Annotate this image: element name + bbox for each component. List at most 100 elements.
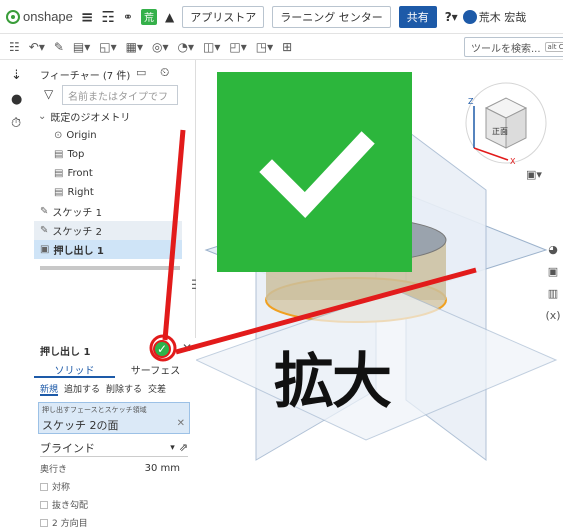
pattern-icon[interactable]: ◳▾ [256,40,273,54]
chevron-down-icon: ⌄ [38,111,47,122]
avatar [462,9,477,24]
comments-icon[interactable]: ● [11,92,22,107]
fillet-icon[interactable]: ◔▾ [178,40,195,54]
appearance-icon[interactable]: ◕ [545,240,561,258]
faces-selection-field[interactable]: 押し出すフェースとスケッチ領域 スケッチ 2の面 ✕ [38,402,190,434]
feature-toolbar: ☷ ↶▾ ✎ ▤▾ ◱▾ ▦▾ ◎▾ ◔▾ ◫▾ ◰▾ ◳▾ ⊞ ツールを検索.… [0,34,563,60]
measure-icon[interactable]: ▥ [545,284,561,302]
sketch-icon: ✎ [40,206,49,217]
right-tool-strip: ◕ ▣ ▥ (x) [545,240,563,328]
draft-label: 抜き勾配 [52,501,89,511]
boolean-icon[interactable]: ◎▾ [152,40,169,54]
onshape-logo[interactable]: onshape [6,9,73,24]
rollback-bar[interactable] [40,266,180,270]
filter-icon[interactable]: ▽ [44,87,53,101]
tool-search-input[interactable]: ツールを検索... alt C [464,37,563,57]
end-type-value: ブラインド [40,441,95,455]
feature-list-icon[interactable]: ☷ [9,40,20,54]
operation-tabs: 新規 追加する 削除する 交差 [34,382,196,396]
tab-add[interactable]: 追加する [64,382,100,396]
tab-remove[interactable]: 削除する [106,382,142,396]
view-cube-label: 正面 [492,127,508,136]
end-type-select[interactable]: ブラインド ▾ ⇗ [40,439,188,457]
draft-checkbox[interactable]: 抜き勾配 [40,498,188,511]
clear-icon[interactable]: ✕ [177,418,185,429]
zoomed-check-icon [259,131,375,218]
user-name: 荒木 宏哉 [478,10,527,24]
document-badge[interactable]: 荒 [140,8,157,25]
depth-value: 30 mm [144,463,180,474]
checkbox[interactable] [40,482,48,491]
list-item[interactable]: ⊙ Origin [34,126,182,145]
faces-value: スケッチ 2の面 [42,419,119,432]
z-axis-label: Z [468,97,474,106]
ok-button[interactable]: ✓ [153,340,171,358]
collapse-icon[interactable]: ▭ [136,66,146,79]
search-shortcut: alt C [544,42,563,52]
dialog-title: 押し出し 1 [40,347,91,358]
x-axis [473,147,509,161]
list-item[interactable]: ✎ スケッチ 1 [34,202,182,221]
sweep-icon[interactable]: ▦▾ [126,40,143,54]
history-icon[interactable]: ⏱ [11,116,21,131]
faces-hint: 押し出すフェースとスケッチ領域 [42,406,147,414]
list-item[interactable]: ▤ Top [34,145,182,164]
plane-icon: ▤ [54,149,64,160]
parts-icon[interactable]: ▣ [545,262,561,280]
tab-surface[interactable]: サーフェス [115,362,196,378]
custom-feature-icon[interactable]: ⊞ [282,40,292,54]
list-item[interactable]: ✎ スケッチ 2 [34,221,182,240]
list-item[interactable]: ▤ Front [34,164,182,183]
plane-icon[interactable]: ◫▾ [203,40,220,54]
menu-icon[interactable]: ≡ [81,8,94,26]
list-item-label: スケッチ 1 [52,208,102,219]
left-icon-strip: ⇣ ● ⏱ [0,60,34,523]
variables-icon[interactable]: (x) [545,306,561,324]
x-axis-label: X [510,157,516,166]
sketch-icon[interactable]: ✎ [54,40,64,54]
flip-direction-icon[interactable]: ⇗ [179,441,188,454]
sketch-icon: ✎ [40,225,49,236]
view-cube[interactable]: 正面 Z X [456,68,556,178]
check-icon: ✓ [156,342,168,356]
list-item-label: Origin [66,130,97,141]
feature-list-header: フィーチャー (7 件) [40,71,131,82]
dropdown-arrow-icon: ▾ [170,442,175,453]
default-geometry-group[interactable]: ⌄ 既定のジオメトリ [34,107,182,126]
view-options-icon[interactable]: ▣▾ [526,168,542,181]
list-item-label: Right [67,187,94,198]
list-item-label: 押し出し 1 [53,246,104,257]
tab-solid[interactable]: ソリッド [34,362,115,378]
list-item-label: Front [67,168,93,179]
rollback-icon[interactable]: ⏲ [160,65,169,80]
list-item[interactable]: ▣ 押し出し 1 [34,240,182,259]
origin-icon: ⊙ [54,130,63,141]
plane-icon: ▤ [54,168,64,179]
link-icon[interactable]: ⚭ [123,10,133,24]
undo-icon[interactable]: ↶▾ [29,40,45,54]
close-icon[interactable]: ✕ [182,341,192,355]
user-menu[interactable]: 荒木 宏哉 [462,9,527,25]
revolve-icon[interactable]: ◱▾ [99,40,116,54]
share-button[interactable]: 共有 [398,5,437,28]
feature-search-input[interactable]: 名前またはタイプでフ [62,85,178,105]
body-type-tabs: ソリッド サーフェス [34,362,196,378]
zoomed-checkmark-callout [217,72,412,272]
notification-icon[interactable]: ▲ [165,10,174,24]
learning-center-button[interactable]: ラーニング センター [272,5,391,28]
zoom-annotation-text: 拡大 [274,347,392,417]
insert-icon[interactable]: ⇣ [11,68,22,83]
help-icon[interactable]: ?▾ [445,10,458,24]
documents-icon[interactable]: ☶ [101,8,114,26]
tab-new[interactable]: 新規 [40,382,59,396]
depth-field[interactable]: 奥行き 30 mm [40,462,188,475]
mate-icon[interactable]: ◰▾ [229,40,246,54]
onshape-logo-icon [6,9,20,24]
checkbox[interactable] [40,500,48,509]
tab-intersect[interactable]: 交差 [148,382,166,396]
symmetric-checkbox[interactable]: 対称 [40,480,188,493]
app-store-button[interactable]: アプリストア [182,5,265,28]
extrude-icon[interactable]: ▤▾ [73,40,90,54]
feature-search-placeholder: 名前またはタイプでフ [68,91,168,103]
list-item[interactable]: ▤ Right [34,183,182,202]
